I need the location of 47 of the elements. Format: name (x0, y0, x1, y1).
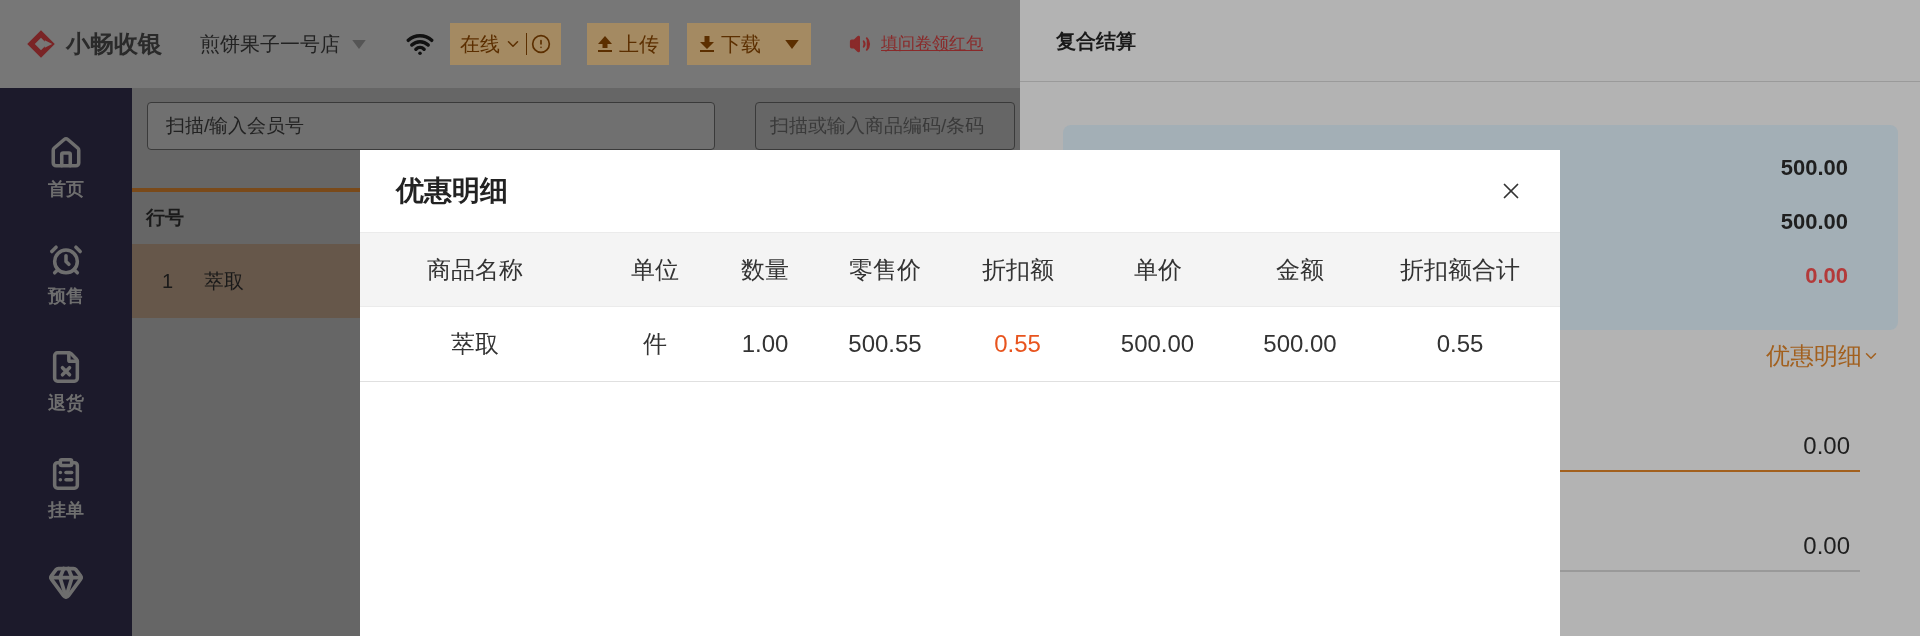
sidebar-icon (49, 243, 83, 277)
table-cell-text: 萃取 (450, 329, 500, 359)
table-cell-text: 500.00 (1262, 329, 1338, 359)
column-header: 折扣额 (980, 254, 1055, 285)
download-button[interactable]: 下载 (687, 23, 811, 65)
sidebar-item[interactable]: 退货 (48, 350, 84, 417)
table-cell-text: 0.55 (1435, 329, 1485, 359)
sidebar-item[interactable]: 首页 (48, 136, 84, 203)
dropdown-caret-icon (352, 39, 366, 49)
store-name[interactable]: 煎饼果子一号店 (200, 29, 340, 59)
diamond-icon[interactable] (48, 564, 84, 600)
details-link[interactable]: 优惠明细 (1766, 338, 1880, 374)
table-cell-text: 件 (642, 329, 668, 359)
table-cell-text: 萃取 (204, 269, 244, 294)
table-cell-text: 1.00 (740, 329, 790, 359)
column-header: 单位 (630, 254, 680, 285)
table-cell-text: 500.00 (1119, 329, 1196, 359)
dialog-title: 优惠明细 (396, 174, 508, 208)
member-field[interactable]: 扫描/输入会员号 (147, 102, 715, 150)
column-header: 行号 (146, 205, 184, 230)
column-header: 零售价 (848, 254, 922, 285)
status-button[interactable]: 在线 (450, 23, 561, 65)
table-cell-text: 0.55 (993, 329, 1042, 359)
survey-link[interactable]: 填问卷领红包 (881, 31, 983, 57)
column-header: 数量 (740, 254, 790, 285)
alert-icon (531, 34, 551, 54)
column-header: 折扣额合计 (1399, 254, 1521, 285)
column-header: 单价 (1132, 254, 1183, 285)
speaker-icon (849, 33, 871, 55)
upload-icon (597, 35, 613, 53)
summary-value: 500.00 (1780, 208, 1848, 236)
summary-value: 0.00 (1805, 262, 1848, 290)
logo-icon (26, 29, 56, 59)
sidebar-item[interactable]: 预售 (48, 243, 84, 310)
summary-value: 500.00 (1780, 154, 1848, 182)
logo-text: 小畅收银 (66, 29, 163, 59)
download-icon (699, 35, 715, 53)
column-header: 商品名称 (426, 254, 524, 285)
panel-title: 复合结算 (1056, 28, 1136, 54)
sidebar-icon (49, 136, 83, 170)
table-cell-text: 1 (161, 269, 175, 294)
column-header: 金额 (1275, 254, 1325, 285)
dropdown-caret-icon (785, 39, 799, 49)
table-row[interactable]: 1 萃取 (132, 244, 362, 318)
upload-button[interactable]: 上传 (587, 23, 669, 65)
sidebar-item[interactable]: 挂单 (48, 457, 84, 524)
table-cell-text: 500.55 (847, 329, 923, 359)
